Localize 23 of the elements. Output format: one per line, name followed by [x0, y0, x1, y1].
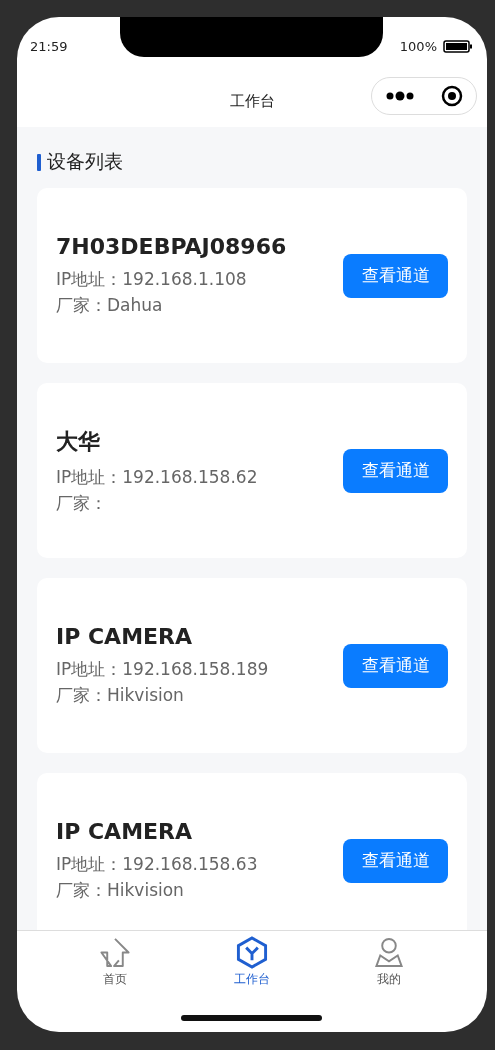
device-ip: IP地址：192.168.158.63 — [56, 853, 258, 876]
view-channels-button[interactable]: 查看通道 — [343, 643, 448, 688]
view-channels-button[interactable]: 查看通道 — [343, 448, 448, 493]
device-vendor: 厂家：Hikvision — [56, 684, 185, 707]
device-vendor: 厂家： — [56, 491, 108, 515]
device-ip: IP地址：192.168.158.62 — [56, 465, 258, 489]
device-ip: IP地址：192.168.1.108 — [56, 268, 248, 291]
battery-percent: 100% — [399, 38, 437, 54]
tab-item[interactable]: 工作台 — [212, 936, 292, 988]
status-time: 21:59 — [30, 38, 68, 54]
device-name: 大华 — [56, 427, 101, 456]
tab-item[interactable]: 我的 — [348, 936, 429, 988]
view-channels-button[interactable]: 查看通道 — [343, 838, 448, 883]
device-name: 7H03DEBPAJ08966 — [56, 234, 287, 259]
page-title: 工作台 — [229, 91, 275, 111]
view-channels-button[interactable]: 查看通道 — [343, 253, 448, 298]
tab-item[interactable]: 首页 — [75, 936, 156, 988]
device-name: IP CAMERA — [56, 819, 194, 844]
section-title: 设备列表 — [47, 149, 123, 174]
device-name: IP CAMERA — [56, 624, 194, 649]
device-ip: IP地址：192.168.158.189 — [56, 658, 269, 681]
device-vendor: 厂家：Dahua — [56, 294, 164, 317]
device-vendor: 厂家：Hikvision — [56, 879, 185, 902]
